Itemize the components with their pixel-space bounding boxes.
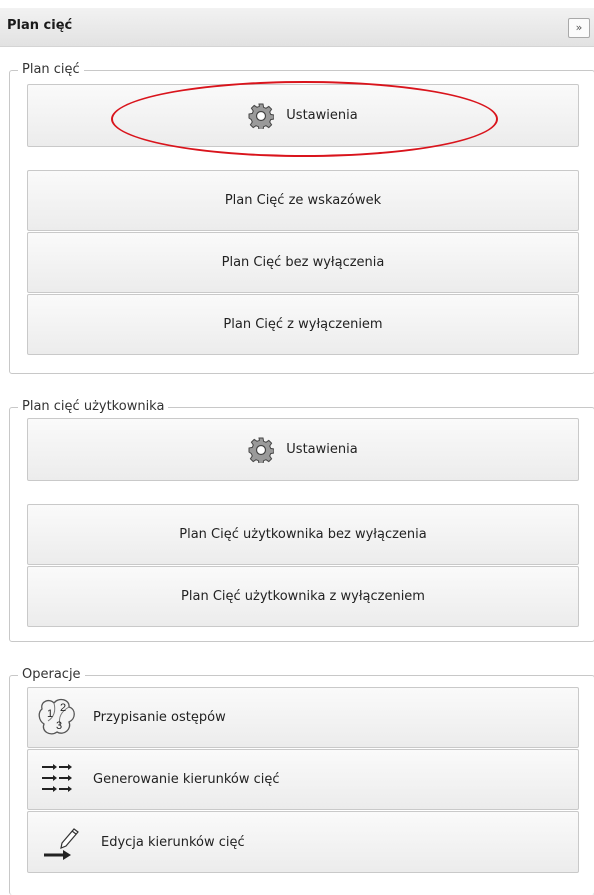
przypisanie-ostepow-button[interactable]: 1 2 3 Przypisanie ostępów bbox=[27, 687, 579, 748]
group-legend: Operacje bbox=[18, 667, 85, 683]
arrows-grid-icon bbox=[42, 764, 72, 792]
settings-button-label: Ustawienia bbox=[286, 108, 358, 123]
user-settings-button[interactable]: Ustawienia bbox=[27, 418, 579, 481]
settings-button-label: Ustawienia bbox=[286, 442, 358, 457]
panel-header: Plan cięć » bbox=[0, 8, 594, 47]
group-legend: Plan cięć użytkownika bbox=[18, 399, 169, 415]
button-label: Generowanie kierunków cięć bbox=[93, 772, 280, 787]
button-label: Plan Cięć użytkownika z wyłączeniem bbox=[181, 589, 425, 604]
gear-icon bbox=[248, 437, 275, 463]
button-label: Plan Cięć bez wyłączenia bbox=[221, 255, 385, 270]
button-label: Plan Cięć z wyłączeniem bbox=[223, 317, 383, 332]
button-label: Przypisanie ostępów bbox=[93, 710, 226, 725]
double-chevron-right-icon: » bbox=[575, 21, 583, 34]
plan-ciec-z-wylaczeniem-button[interactable]: Plan Cięć z wyłączeniem bbox=[27, 294, 579, 355]
generowanie-kierunkow-ciec-button[interactable]: Generowanie kierunków cięć bbox=[27, 749, 579, 810]
pencil-arrow-icon bbox=[44, 828, 79, 860]
edycja-kierunkow-ciec-button[interactable]: Edycja kierunków cięć bbox=[27, 811, 579, 873]
plan-ciec-bez-wylaczenia-button[interactable]: Plan Cięć bez wyłączenia bbox=[27, 232, 579, 293]
svg-text:2: 2 bbox=[60, 702, 66, 714]
settings-button[interactable]: Ustawienia bbox=[27, 84, 579, 147]
svg-text:3: 3 bbox=[56, 720, 62, 732]
button-label: Edycja kierunków cięć bbox=[101, 834, 245, 850]
panel-title: Plan cięć bbox=[7, 18, 73, 33]
plan-ciec-ze-wskazowek-button[interactable]: Plan Cięć ze wskazówek bbox=[27, 170, 579, 231]
svg-text:1: 1 bbox=[47, 708, 53, 720]
plan-ciec-uzytkownika-bez-wylaczenia-button[interactable]: Plan Cięć użytkownika bez wyłączenia bbox=[27, 504, 579, 565]
gear-icon bbox=[248, 103, 275, 129]
collapse-button[interactable]: » bbox=[568, 18, 590, 38]
button-label: Plan Cięć ze wskazówek bbox=[224, 193, 382, 208]
group-legend: Plan cięć bbox=[18, 62, 84, 78]
button-label: Plan Cięć użytkownika bez wyłączenia bbox=[179, 527, 427, 542]
numbered-regions-icon: 1 2 3 bbox=[38, 698, 75, 735]
plan-ciec-uzytkownika-z-wylaczeniem-button[interactable]: Plan Cięć użytkownika z wyłączeniem bbox=[27, 566, 579, 627]
